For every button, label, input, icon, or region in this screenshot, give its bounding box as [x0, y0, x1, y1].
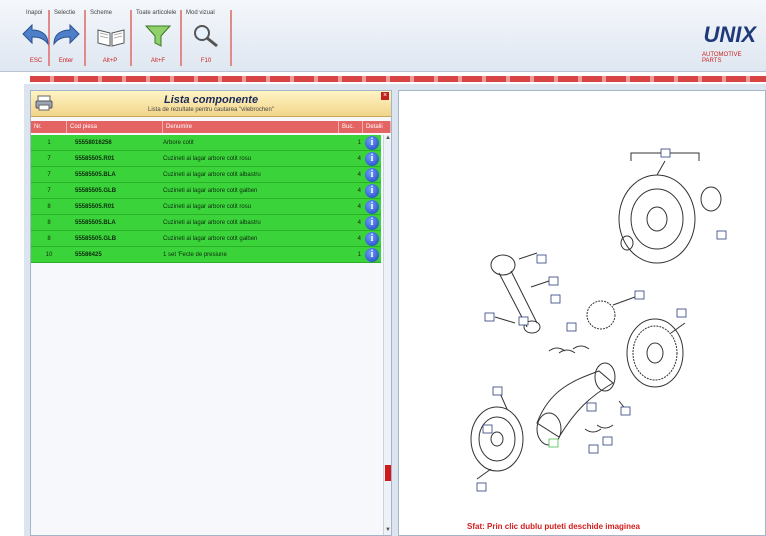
- row-nr: 7: [47, 156, 51, 162]
- magnifier-icon: [194, 25, 218, 48]
- row-nr: 7: [47, 172, 51, 178]
- row-buc: 4: [357, 156, 361, 162]
- row-cod-piesa: 55585505.R01: [75, 156, 115, 162]
- row-denumire: Cuzineti ai lagar arbore cotit rosu: [163, 156, 252, 162]
- row-nr: 10: [45, 252, 53, 258]
- table-row[interactable]: 8 55585505.BLA Cuzineti ai lagar arbore co…: [31, 215, 381, 231]
- row-denumire: Arbore cotit: [163, 140, 194, 146]
- row-nr: 8: [47, 220, 51, 226]
- scroll-down-icon[interactable]: ▼: [385, 527, 391, 533]
- brand-logo: UNIX AUTOMOTIVE PARTS: [702, 18, 762, 64]
- row-nr: 8: [47, 204, 51, 210]
- group-label: Selectie: [54, 10, 76, 16]
- exploded-diagram-panel[interactable]: Sfat: Prin clic dublu puteti deschide im…: [398, 90, 766, 536]
- table-row[interactable]: 7 55585505.R01 Cuzineti ai lagar arbore co…: [31, 151, 381, 167]
- back-button[interactable]: ESC: [20, 24, 52, 64]
- row-denumire: Cuzineti ai lagar arbore cotit rosu: [163, 204, 252, 210]
- info-icon[interactable]: i: [365, 136, 379, 150]
- component-list-panel: Lista componente Lista de rezultate pent…: [30, 90, 392, 536]
- row-buc: 4: [357, 188, 361, 194]
- row-cod-piesa: 55585505.R01: [75, 204, 115, 210]
- col-header-detalii[interactable]: Detalii: [363, 121, 391, 133]
- info-icon[interactable]: i: [365, 216, 379, 230]
- scroll-up-icon[interactable]: ▲: [385, 135, 391, 141]
- parts-diagram-image[interactable]: [399, 91, 765, 521]
- row-denumire: Cuzineti ai lagar arbore cotit albastru: [163, 172, 261, 178]
- group-label: Mod vizual: [186, 10, 215, 16]
- row-buc: 1: [357, 252, 361, 258]
- table-row[interactable]: 8 55585505.R01 Cuzineti ai lagar arbore co…: [31, 199, 381, 215]
- row-denumire: Cuzineti ai lagar arbore cotit albastru: [163, 220, 261, 226]
- tab-strip: [30, 76, 766, 82]
- open-book-icon: [97, 29, 125, 47]
- info-icon[interactable]: i: [365, 248, 379, 262]
- back-button-label: ESC: [29, 58, 43, 64]
- toolbar: Inapoi Selectie Scheme Toate articolele …: [0, 0, 766, 72]
- info-icon[interactable]: i: [365, 184, 379, 198]
- row-cod-piesa: 55558016256: [75, 140, 112, 146]
- visual-mode-button[interactable]: F10: [190, 24, 222, 64]
- panel-header: Lista componente Lista de rezultate pent…: [31, 91, 391, 117]
- info-icon[interactable]: i: [365, 200, 379, 214]
- panel-subtitle: Lista de rezultate pentru cautarea "vile…: [147, 107, 274, 113]
- filter-button-label: Alt+F: [150, 58, 166, 64]
- filter-button[interactable]: Alt+F: [142, 24, 174, 64]
- row-cod-piesa: 55585505.BLA: [75, 220, 116, 226]
- info-icon[interactable]: i: [365, 152, 379, 166]
- table-row[interactable]: 7 55585505.GLB Cuzineti ai lagar arbore co…: [31, 183, 381, 199]
- row-cod-piesa: 55586425: [75, 252, 102, 258]
- close-icon[interactable]: ×: [381, 92, 389, 100]
- diagram-hint: Sfat: Prin clic dublu puteti deschide im…: [467, 522, 640, 531]
- row-buc: 4: [357, 236, 361, 242]
- row-denumire: Cuzineti ai lagar arbore cotit galben: [163, 188, 258, 194]
- back-arrow-icon: [22, 24, 49, 46]
- row-buc: 1: [357, 140, 361, 146]
- scheme-button[interactable]: Alt+P: [94, 24, 126, 64]
- vertical-scrollbar[interactable]: ▲ ▼: [383, 135, 391, 535]
- row-nr: 8: [47, 236, 51, 242]
- logo-subtitle: AUTOMOTIVE PARTS: [702, 52, 742, 64]
- visual-mode-button-label: F10: [200, 58, 212, 64]
- panel-title: Lista componente: [163, 94, 259, 106]
- scheme-button-label: Alt+P: [102, 58, 118, 64]
- table-row[interactable]: 1 55558016256 Arbore cotit 1 i: [31, 135, 381, 151]
- col-header-nr[interactable]: Nr.: [31, 121, 67, 133]
- row-cod-piesa: 55585505.GLB: [75, 236, 117, 242]
- row-nr: 7: [47, 188, 51, 194]
- row-nr: 1: [47, 140, 51, 146]
- row-buc: 4: [357, 220, 361, 226]
- col-header-cod[interactable]: Cod piesa: [67, 121, 163, 133]
- group-label: Toate articolele: [136, 10, 177, 16]
- logo-text: UNIX: [703, 22, 756, 47]
- col-header-buc[interactable]: Buc.: [339, 121, 363, 133]
- table-row[interactable]: 10 55586425 1 set 'Fecte de presiune 1 i: [31, 247, 381, 263]
- table-row[interactable]: 8 55585505.GLB Cuzineti ai lagar arbore co…: [31, 231, 381, 247]
- funnel-icon: [144, 25, 172, 47]
- table-header: Nr. Cod piesa Denumire Buc. Detalii: [31, 121, 391, 133]
- scroll-thumb[interactable]: [385, 465, 391, 481]
- col-header-denumire[interactable]: Denumire: [163, 121, 339, 133]
- forward-button-label: Enter: [58, 58, 74, 64]
- row-denumire: 1 set 'Fecte de presiune: [163, 252, 227, 258]
- row-buc: 4: [357, 172, 361, 178]
- row-cod-piesa: 55585505.BLA: [75, 172, 116, 178]
- group-label: Scheme: [90, 10, 113, 16]
- group-label: Inapoi: [26, 10, 43, 16]
- table-row[interactable]: 7 55585505.BLA Cuzineti ai lagar arbore co…: [31, 167, 381, 183]
- forward-button[interactable]: Enter: [50, 24, 82, 64]
- info-icon[interactable]: i: [365, 232, 379, 246]
- row-denumire: Cuzineti ai lagar arbore cotit galben: [163, 236, 258, 242]
- row-cod-piesa: 55585505.GLB: [75, 188, 117, 194]
- forward-arrow-icon: [53, 24, 80, 46]
- info-icon[interactable]: i: [365, 168, 379, 182]
- row-buc: 4: [357, 204, 361, 210]
